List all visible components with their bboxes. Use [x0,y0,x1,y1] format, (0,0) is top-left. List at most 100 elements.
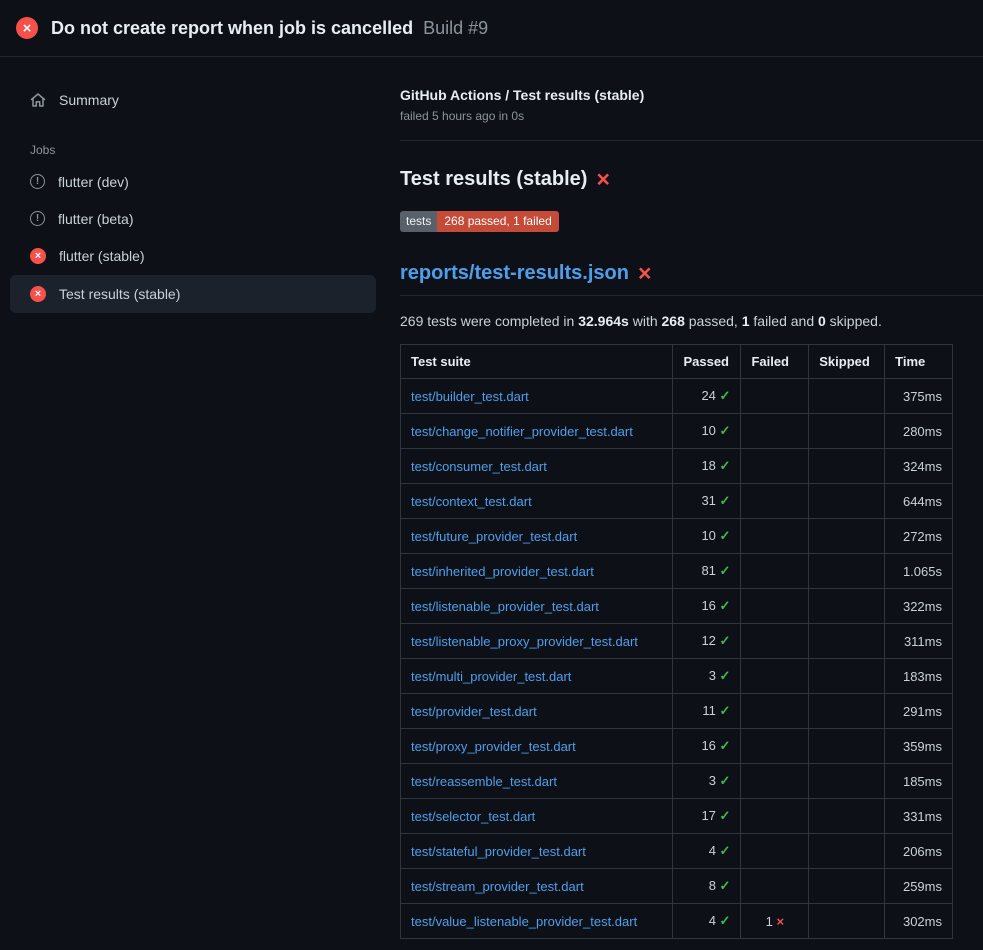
check-icon: ✓ [720,668,731,683]
check-icon: ✓ [720,878,731,893]
sidebar-item-test-results-stable[interactable]: × Test results (stable) [10,275,376,313]
table-header-row: Test suite Passed Failed Skipped Time [401,345,953,379]
time-cell: 259ms [885,869,953,904]
failed-cell [741,519,809,554]
check-icon: ✓ [720,843,731,858]
skipped-cell [809,834,885,869]
suite-cell: test/stateful_provider_test.dart [401,834,673,869]
passed-cell: 4 ✓ [673,834,741,869]
passed-cell: 81 ✓ [673,554,741,589]
suite-link[interactable]: test/stream_provider_test.dart [411,879,584,894]
table-row: test/reassemble_test.dart3 ✓185ms [401,764,953,799]
table-row: test/listenable_provider_test.dart 16 ✓ 32… [401,589,953,624]
x-circle-icon: × [30,286,46,302]
suite-link[interactable]: test/context_test.dart [411,494,532,509]
suite-link[interactable]: test/multi_provider_test.dart [411,669,571,684]
failed-cell [741,449,809,484]
check-icon: ✓ [720,738,731,753]
sidebar-item-flutter-beta[interactable]: !flutter (beta) [10,200,376,237]
suite-link[interactable]: test/consumer_test.dart [411,459,547,474]
check-icon: ✓ [720,528,731,543]
table-row: test/change_notifier_provider_test.dart1… [401,414,953,449]
suite-link[interactable]: test/stateful_provider_test.dart [411,844,586,859]
passed-cell: 16 ✓ [673,589,741,624]
time-cell: 280ms [885,414,953,449]
check-icon: ✓ [720,458,731,473]
jobs-list: !flutter (dev)!flutter (beta) × flutter (s… [10,163,376,313]
jobs-heading: Jobs [30,143,376,157]
time-cell: 375ms [885,379,953,414]
passed-cell: 16 ✓ [673,729,741,764]
suite-link[interactable]: test/provider_test.dart [411,704,537,719]
report-link[interactable]: reports/test-results.json [400,262,629,285]
x-circle-icon: × [30,248,46,264]
passed-cell: 8 ✓ [673,869,741,904]
suite-link[interactable]: test/inherited_provider_test.dart [411,564,594,579]
table-row: test/future_provider_test.dart10 ✓272ms [401,519,953,554]
check-icon: ✓ [720,913,731,928]
time-cell: 272ms [885,519,953,554]
suite-cell: test/context_test.dart [401,484,673,519]
passed-cell: 3 ✓ [673,764,741,799]
check-icon: ✓ [720,633,731,648]
time-cell: 183ms [885,659,953,694]
suite-cell: test/value_listenable_provider_test.dart [401,904,673,939]
time-cell: 359ms [885,729,953,764]
sidebar-item-label: Test results (stable) [59,287,180,301]
skipped-cell [809,764,885,799]
time-cell: 331ms [885,799,953,834]
suite-link[interactable]: test/builder_test.dart [411,389,529,404]
badge-label: tests [400,211,437,232]
skipped-cell [809,799,885,834]
suite-link[interactable]: test/selector_test.dart [411,809,535,824]
suite-link[interactable]: test/proxy_provider_test.dart [411,739,576,754]
suite-link[interactable]: test/reassemble_test.dart [411,774,557,789]
suite-cell: test/inherited_provider_test.dart [401,554,673,589]
col-header-skipped: Skipped [809,345,885,379]
table-row: test/stream_provider_test.dart 8 ✓ 259ms [401,869,953,904]
summary-passed-count: 268 [662,313,685,329]
table-row: test/context_test.dart31 ✓644ms [401,484,953,519]
skipped-cell [809,449,885,484]
suite-link[interactable]: test/change_notifier_provider_test.dart [411,424,633,439]
summary-line: 269 tests were completed in 32.964s with… [400,313,983,329]
time-cell: 291ms [885,694,953,729]
failed-cell [741,624,809,659]
skipped-cell [809,624,885,659]
table-row: test/multi_provider_test.dart3 ✓183ms [401,659,953,694]
run-title: Do not create report when job is cancell… [51,18,413,39]
failed-cell [741,379,809,414]
suite-link[interactable]: test/listenable_provider_test.dart [411,599,599,614]
check-icon: ✓ [720,598,731,613]
suite-link[interactable]: test/listenable_proxy_provider_test.dart [411,634,638,649]
sidebar: Summary Jobs !flutter (dev)!flutter (bet… [0,57,392,939]
failed-x-icon: × [596,168,609,191]
table-row: test/value_listenable_provider_test.dart… [401,904,953,939]
sidebar-item-label: flutter (stable) [59,249,145,263]
failed-cell [741,554,809,589]
suite-link[interactable]: test/value_listenable_provider_test.dart [411,914,637,929]
table-row: test/builder_test.dart24 ✓375ms [401,379,953,414]
sidebar-item-label: flutter (beta) [58,212,133,226]
sidebar-item-flutter-stable[interactable]: × flutter (stable) [10,237,376,275]
main-content: GitHub Actions / Test results (stable) f… [392,57,983,939]
time-cell: 322ms [885,589,953,624]
check-icon: ✓ [720,808,731,823]
badge-value: 268 passed, 1 failed [437,211,558,232]
passed-cell: 18 ✓ [673,449,741,484]
summary-text: passed, [685,313,742,329]
time-cell: 324ms [885,449,953,484]
divider [400,140,983,141]
time-cell: 311ms [885,624,953,659]
check-icon: ✓ [720,388,731,403]
skipped-cell [809,729,885,764]
sidebar-item-summary[interactable]: Summary [10,81,376,119]
time-cell: 644ms [885,484,953,519]
check-icon: ✓ [720,703,731,718]
suite-cell: test/selector_test.dart [401,799,673,834]
section-heading: Test results (stable) × [400,168,983,191]
table-row: test/inherited_provider_test.dart81 ✓1.0… [401,554,953,589]
sidebar-item-flutter-dev[interactable]: !flutter (dev) [10,163,376,200]
suite-link[interactable]: test/future_provider_test.dart [411,529,577,544]
failed-cell [741,414,809,449]
